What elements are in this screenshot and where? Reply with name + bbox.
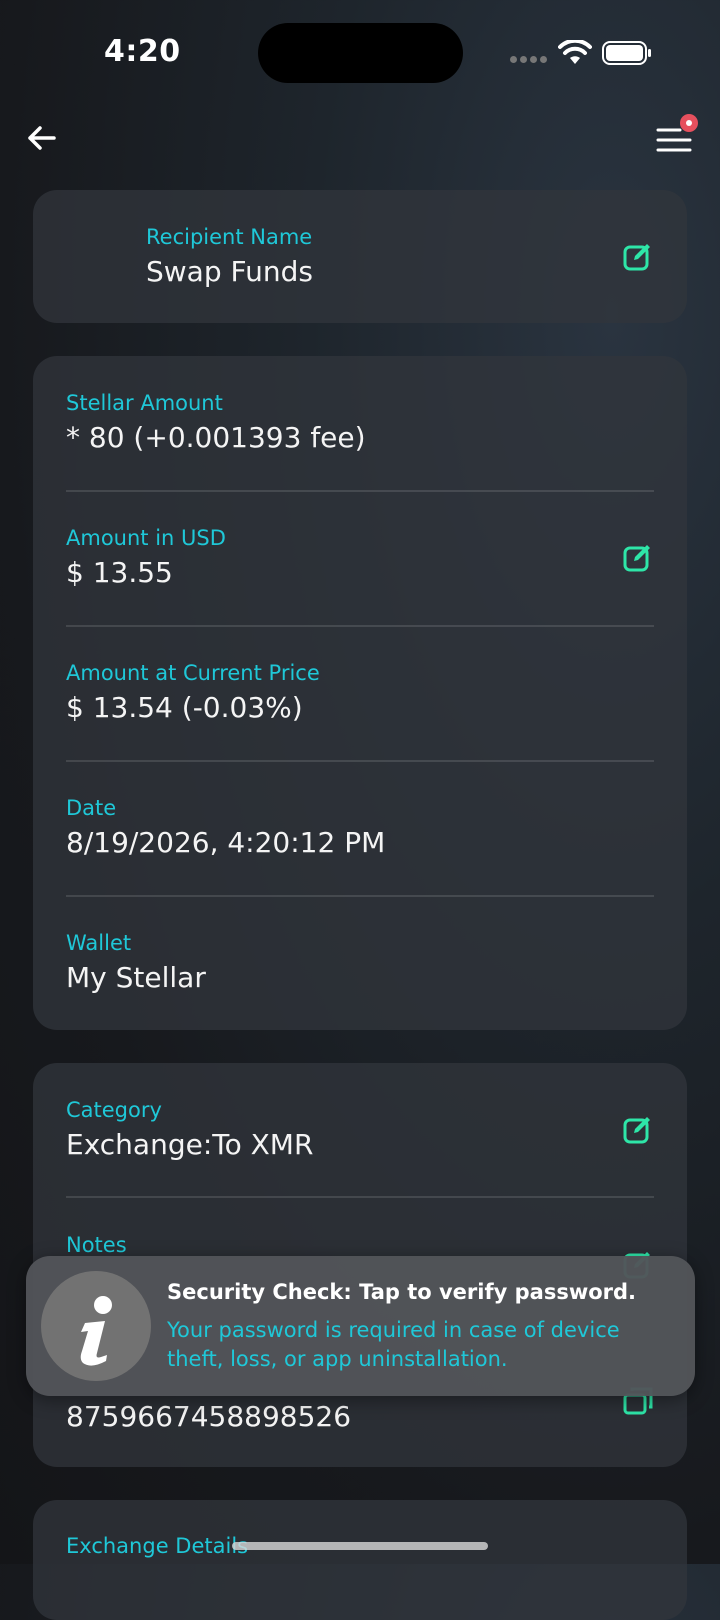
wallet-label: Wallet <box>66 931 132 955</box>
dynamic-island <box>258 23 463 83</box>
exchange-label: Exchange Details <box>66 1534 249 1558</box>
divider <box>66 625 654 627</box>
edit-amount-icon[interactable] <box>622 541 654 573</box>
amount-usd-value: $ 13.55 <box>66 556 173 589</box>
signal-icon <box>510 56 548 66</box>
security-toast[interactable]: Security Check: Tap to verify password. … <box>26 1256 695 1396</box>
exchange-card: Exchange Details <box>33 1500 687 1620</box>
divider <box>66 760 654 762</box>
divider <box>66 1196 654 1198</box>
back-arrow-icon[interactable] <box>24 120 60 156</box>
info-icon <box>41 1271 151 1381</box>
stellar-amount-label: Stellar Amount <box>66 391 223 415</box>
status-time: 4:20 <box>104 34 181 69</box>
recipient-card: Recipient Name Swap Funds <box>33 190 687 323</box>
home-indicator <box>232 1542 488 1550</box>
divider <box>66 895 654 897</box>
recipient-value: Swap Funds <box>146 255 313 288</box>
stellar-amount-value: * 80 (+0.001393 fee) <box>66 421 366 454</box>
divider <box>66 490 654 492</box>
date-value: 8/19/2026, 4:20:12 PM <box>66 826 386 859</box>
amount-current-value: $ 13.54 (-0.03%) <box>66 691 303 724</box>
recipient-label: Recipient Name <box>146 225 313 249</box>
category-label: Category <box>66 1098 162 1122</box>
date-label: Date <box>66 796 117 820</box>
battery-icon <box>602 41 651 65</box>
top-nav <box>0 110 720 170</box>
notes-label: Notes <box>66 1233 127 1257</box>
amount-usd-label: Amount in USD <box>66 526 226 550</box>
details-card: Stellar Amount * 80 (+0.001393 fee) Amou… <box>33 356 687 1030</box>
notification-badge <box>680 114 698 132</box>
toast-title: Security Check: Tap to verify password. <box>167 1280 637 1304</box>
category-value: Exchange:To XMR <box>66 1128 314 1161</box>
toast-body: Your password is required in case of dev… <box>167 1318 620 1371</box>
edit-recipient-icon[interactable] <box>622 240 654 272</box>
edit-category-icon[interactable] <box>622 1113 654 1145</box>
wifi-icon <box>558 40 592 64</box>
transaction-id-value: 8759667458898526 <box>66 1400 352 1433</box>
wallet-value: My Stellar <box>66 961 206 994</box>
status-bar: 4:20 <box>0 0 720 100</box>
amount-current-label: Amount at Current Price <box>66 661 320 685</box>
